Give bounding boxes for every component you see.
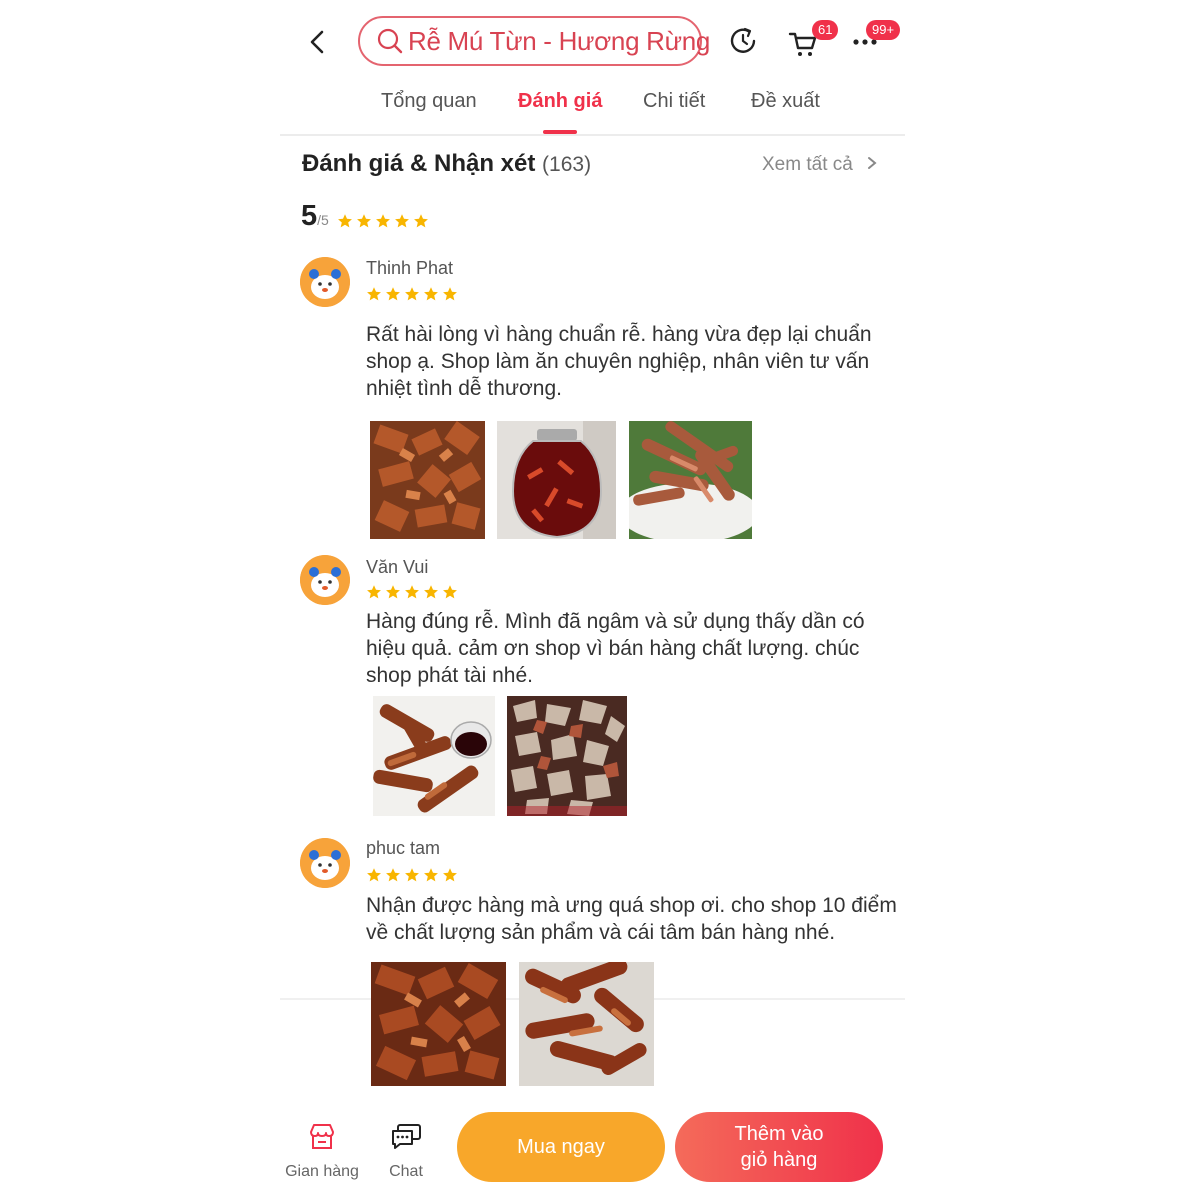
tab-overview[interactable]: Tổng quan: [381, 90, 477, 113]
rating-score: 5: [301, 200, 318, 232]
history-icon[interactable]: [728, 26, 758, 61]
divider: [280, 134, 905, 136]
tab-details[interactable]: Chi tiết: [643, 90, 705, 113]
add-to-cart-line1: Thêm vào: [734, 1123, 824, 1145]
chat-label: Chat: [389, 1163, 423, 1180]
reviews-count: (163): [542, 153, 592, 176]
buy-now-label: Mua ngay: [517, 1136, 605, 1158]
avatar: [300, 257, 350, 307]
notification-badge: 99+: [866, 20, 901, 40]
reviewer-name: Thinh Phat: [366, 258, 454, 278]
review-text: Hàng đúng rễ. Mình đã ngâm và sử dụng th…: [366, 610, 865, 687]
star-icon: [443, 287, 457, 301]
star-icon: [424, 868, 438, 882]
rating-max: /5: [317, 212, 329, 228]
chevron-right-icon: [868, 157, 877, 169]
average-stars: [337, 213, 429, 229]
star-icon: [405, 868, 419, 882]
review-photo[interactable]: [507, 696, 627, 816]
chat-button[interactable]: Chat: [364, 1122, 448, 1181]
cart-count-badge: 61: [812, 20, 839, 40]
review-photo[interactable]: [371, 962, 506, 1086]
star-icon: [367, 585, 381, 599]
search-bar[interactable]: Rễ Mú Từn - Hương Rừng: [358, 16, 710, 66]
star-icon: [367, 287, 381, 301]
product-page: Rễ Mú Từn - Hương Rừng 61 99+ Tổng quan …: [280, 0, 905, 1200]
review-stars: [366, 867, 458, 883]
tab-reviews[interactable]: Đánh giá: [518, 90, 602, 113]
star-icon: [338, 213, 353, 228]
reviewer-name: phuc tam: [366, 838, 441, 858]
buy-now-button[interactable]: Mua ngay: [457, 1112, 665, 1182]
reviewer-name: Văn Vui: [366, 557, 429, 577]
star-icon: [376, 213, 391, 228]
shop-label: Gian hàng: [285, 1163, 359, 1180]
review-photo[interactable]: [519, 962, 654, 1086]
star-icon: [443, 585, 457, 599]
reviews-title-text: Đánh giá & Nhận xét: [302, 150, 536, 177]
review-text: Rất hài lòng vì hàng chuẩn rễ. hàng vừa …: [366, 323, 872, 400]
star-icon: [386, 287, 400, 301]
back-icon[interactable]: [306, 28, 330, 56]
star-icon: [367, 868, 381, 882]
star-icon: [386, 868, 400, 882]
review-stars: [366, 584, 458, 600]
search-query: Rễ Mú Từn - Hương Rừng: [408, 25, 711, 56]
star-icon: [357, 213, 372, 228]
review-text: Nhận được hàng mà ưng quá shop ơi. cho s…: [366, 894, 897, 944]
shop-button[interactable]: Gian hàng: [280, 1122, 364, 1181]
star-icon: [395, 213, 410, 228]
star-icon: [424, 287, 438, 301]
see-all-label: Xem tất cả: [762, 154, 853, 175]
add-to-cart-line2: giỏ hàng: [740, 1149, 818, 1171]
star-icon: [443, 868, 457, 882]
review-photo[interactable]: [497, 421, 616, 539]
search-icon: [377, 28, 403, 54]
add-to-cart-label: Thêm vào giỏ hàng: [735, 1121, 824, 1173]
avatar: [300, 555, 350, 605]
star-icon: [414, 213, 429, 228]
review-photo[interactable]: [629, 421, 752, 539]
tab-suggestions[interactable]: Đề xuất: [751, 90, 820, 113]
star-icon: [405, 287, 419, 301]
star-icon: [405, 585, 419, 599]
chat-icon: [392, 1124, 421, 1149]
add-to-cart-button[interactable]: Thêm vào giỏ hàng: [675, 1112, 883, 1182]
store-icon: [310, 1124, 334, 1149]
review-photo[interactable]: [370, 421, 485, 539]
star-icon: [424, 585, 438, 599]
section-tabs: Tổng quan Đánh giá Chi tiết Đề xuất: [280, 86, 905, 134]
review-photo[interactable]: [373, 696, 495, 816]
star-icon: [386, 585, 400, 599]
avatar: [300, 838, 350, 888]
see-all-link[interactable]: Xem tất cả: [762, 154, 878, 176]
average-rating: 5/5: [301, 200, 429, 233]
review-stars: [366, 286, 458, 302]
reviews-title: Đánh giá & Nhận xét (163): [302, 150, 591, 178]
